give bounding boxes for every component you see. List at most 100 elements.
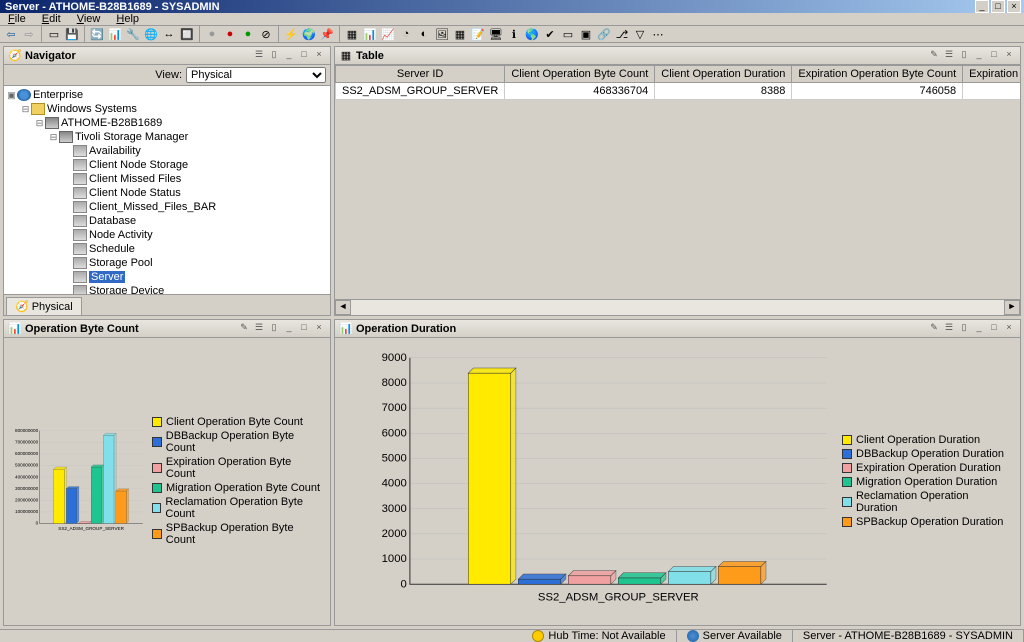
menu-file[interactable]: File — [0, 13, 34, 25]
calendar-icon[interactable]: 🔲 — [179, 26, 195, 42]
panel-menu-icon[interactable]: ☰ — [942, 49, 956, 62]
tree-icon[interactable]: ⎇ — [614, 26, 630, 42]
link-icon[interactable]: 🔗 — [596, 26, 612, 42]
panel-close-icon[interactable]: × — [312, 322, 326, 335]
maximize-button[interactable]: □ — [991, 0, 1005, 13]
close-button[interactable]: × — [1007, 0, 1021, 13]
save-icon[interactable]: 💾 — [64, 26, 80, 42]
table-header[interactable]: Expiration Operation Byte Count — [792, 66, 963, 83]
record-icon[interactable]: ● — [204, 26, 220, 42]
panel-max-icon[interactable]: □ — [987, 49, 1001, 62]
tree-tsm[interactable]: ⊟Tivoli Storage Manager — [6, 130, 328, 144]
arrows-icon[interactable]: ↔ — [161, 26, 177, 42]
panel-menu-icon[interactable]: ☰ — [252, 49, 266, 62]
panel-min-icon[interactable]: _ — [972, 322, 986, 335]
note-icon[interactable]: 📝 — [470, 26, 486, 42]
tree-item-storage-device[interactable]: Storage Device — [6, 284, 328, 294]
panel-edit-icon[interactable]: ✎ — [927, 322, 941, 335]
panel-close-icon[interactable]: × — [1002, 322, 1016, 335]
pause-icon[interactable]: ● — [240, 26, 256, 42]
monitor-icon[interactable]: 🖥 — [488, 26, 504, 42]
menu-edit[interactable]: Edit — [34, 13, 69, 25]
chart1-canvas: 0100000000200000000300000000400000000500… — [12, 346, 147, 617]
barchart-icon[interactable]: 📊 — [362, 26, 378, 42]
panel-edit-icon[interactable]: ✎ — [927, 49, 941, 62]
table-header[interactable]: Client Operation Duration — [655, 66, 792, 83]
tree-root[interactable]: ▣Enterprise — [6, 88, 328, 102]
table-icon: ▦ — [339, 49, 353, 63]
tree-item-node-activity[interactable]: Node Activity — [6, 228, 328, 242]
scroll-right-icon[interactable]: ► — [1004, 300, 1020, 315]
tree-item-client-missed-files-bar[interactable]: Client_Missed_Files_BAR — [6, 200, 328, 214]
panel-menu-icon[interactable]: ☰ — [252, 322, 266, 335]
panel-menu-icon[interactable]: ☰ — [942, 322, 956, 335]
globe-icon[interactable]: 🌐 — [143, 26, 159, 42]
tree-host[interactable]: ⊟ATHOME-B28B1689 — [6, 116, 328, 130]
filter-icon[interactable]: ▽ — [632, 26, 648, 42]
tree-item-client-node-status[interactable]: Client Node Status — [6, 186, 328, 200]
table-hscrollbar[interactable]: ◄ ► — [335, 299, 1020, 315]
tree-item-server[interactable]: Server — [6, 270, 328, 284]
nav-forward-icon[interactable]: ⇨ — [21, 26, 37, 42]
nav-back-icon[interactable]: ⇦ — [3, 26, 19, 42]
navigator-title: Navigator — [25, 50, 251, 62]
window-icon[interactable]: ▭ — [560, 26, 576, 42]
panel-vbar-icon[interactable]: ▯ — [957, 49, 971, 62]
menu-help[interactable]: Help — [108, 13, 147, 25]
panel-edit-icon[interactable]: ✎ — [237, 322, 251, 335]
scroll-left-icon[interactable]: ◄ — [335, 300, 351, 315]
tree-item-storage-pool[interactable]: Storage Pool — [6, 256, 328, 270]
check-icon[interactable]: ✔ — [542, 26, 558, 42]
refresh-icon[interactable]: 🔄 — [89, 26, 105, 42]
linechart-icon[interactable]: 📈 — [380, 26, 396, 42]
panel-max-icon[interactable]: □ — [987, 322, 1001, 335]
table-header[interactable]: Expiration Operation Duration — [963, 66, 1020, 83]
pin-icon[interactable]: 📌 — [319, 26, 335, 42]
grid-icon[interactable]: ▦ — [452, 26, 468, 42]
gauge-icon[interactable]: ◐ — [416, 26, 432, 42]
table-header[interactable]: Server ID — [336, 66, 505, 83]
navigator-tree[interactable]: ▣Enterprise ⊟Windows Systems ⊟ATHOME-B28… — [4, 86, 330, 294]
tree-item-availability[interactable]: Availability — [6, 144, 328, 158]
panel-min-icon[interactable]: _ — [282, 49, 296, 62]
earth-icon[interactable]: 🌎 — [524, 26, 540, 42]
data-table[interactable]: Server IDClient Operation Byte CountClie… — [335, 65, 1020, 100]
tool-icon[interactable]: 🔧 — [125, 26, 141, 42]
svg-text:5000: 5000 — [382, 453, 407, 465]
views-icon[interactable]: ▣ — [578, 26, 594, 42]
tree-item-client-missed-files[interactable]: Client Missed Files — [6, 172, 328, 186]
panel-max-icon[interactable]: □ — [297, 322, 311, 335]
chart-duration-panel: 📊 Operation Duration ✎ ☰ ▯ _ □ × 0100020… — [334, 319, 1021, 626]
panel-max-icon[interactable]: □ — [297, 49, 311, 62]
panel-vbar-icon[interactable]: ▯ — [957, 322, 971, 335]
svg-text:200000000: 200000000 — [15, 498, 39, 503]
panel-min-icon[interactable]: _ — [972, 49, 986, 62]
stop-icon[interactable]: ● — [222, 26, 238, 42]
tree-windows-systems[interactable]: ⊟Windows Systems — [6, 102, 328, 116]
event-icon[interactable]: ⚡ — [283, 26, 299, 42]
table-header[interactable]: Client Operation Byte Count — [505, 66, 655, 83]
tree-item-schedule[interactable]: Schedule — [6, 242, 328, 256]
tree-item-client-node-storage[interactable]: Client Node Storage — [6, 158, 328, 172]
table-icon[interactable]: ▦ — [344, 26, 360, 42]
nav-tab-physical[interactable]: 🧭 Physical — [6, 297, 82, 315]
info-icon[interactable]: ℹ — [506, 26, 522, 42]
panel-close-icon[interactable]: × — [312, 49, 326, 62]
piechart-icon[interactable]: ◔ — [398, 26, 414, 42]
options-icon[interactable]: ⋯ — [650, 26, 666, 42]
table-row[interactable]: SS2_ADSM_GROUP_SERVER4683367048388746058… — [336, 83, 1021, 100]
cancel-icon[interactable]: ⊘ — [258, 26, 274, 42]
view-select[interactable]: Physical — [186, 67, 326, 83]
chart-icon[interactable]: 📊 — [107, 26, 123, 42]
minimize-button[interactable]: _ — [975, 0, 989, 13]
tree-item-database[interactable]: Database — [6, 214, 328, 228]
globe2-icon[interactable]: 🌍 — [301, 26, 317, 42]
menu-view[interactable]: View — [69, 13, 109, 25]
panel-close-icon[interactable]: × — [1002, 49, 1016, 62]
svg-text:SS2_ADSM_GROUP_SERVER: SS2_ADSM_GROUP_SERVER — [538, 592, 699, 604]
panel-vbar-icon[interactable]: ▯ — [267, 49, 281, 62]
new-window-icon[interactable]: ▭ — [46, 26, 62, 42]
panel-vbar-icon[interactable]: ▯ — [267, 322, 281, 335]
image-icon[interactable]: 🖼 — [434, 26, 450, 42]
panel-min-icon[interactable]: _ — [282, 322, 296, 335]
